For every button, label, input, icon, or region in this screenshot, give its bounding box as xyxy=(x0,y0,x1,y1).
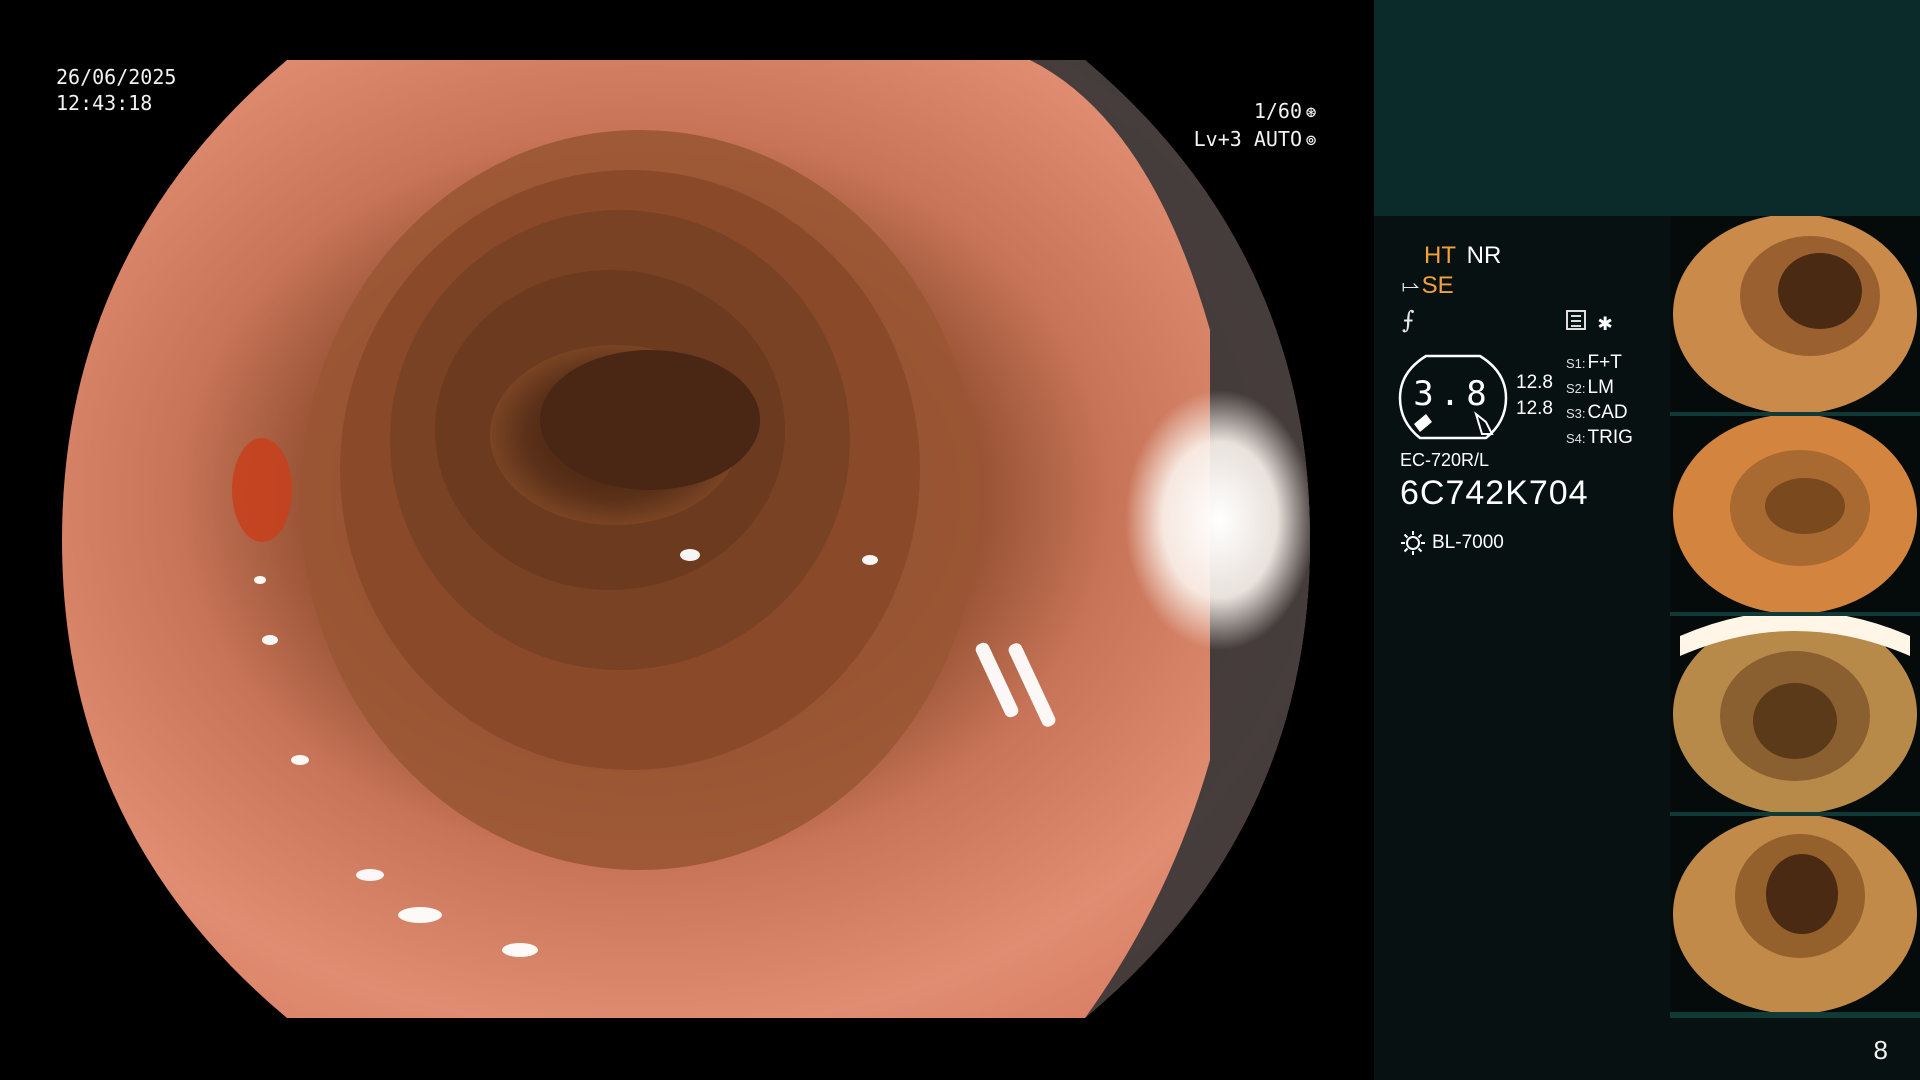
shutter-icon: ⊛ xyxy=(1305,102,1317,123)
iris-mode-text: AUTO xyxy=(1253,127,1302,151)
mode-nr: NR xyxy=(1466,242,1502,269)
thumbnail-3[interactable] xyxy=(1670,616,1920,818)
star-icon: ✱ xyxy=(1598,308,1613,336)
scope-switch-list: S1: F+T S2: LM S3: CAD S4: TRIG xyxy=(1566,350,1633,450)
scope-serial: 6C742K704 xyxy=(1400,474,1589,512)
thumbnail-4[interactable] xyxy=(1670,816,1920,1018)
mode-ht: HT xyxy=(1424,242,1456,269)
se-label: SE xyxy=(1421,272,1454,299)
switch-s3: S3: CAD xyxy=(1566,402,1628,423)
se-indicator: ⥛SE xyxy=(1402,272,1454,300)
zoom-value: 3.8 xyxy=(1413,374,1493,414)
date-text: 26/06/2025 xyxy=(56,65,177,89)
thumbnail-1[interactable] xyxy=(1670,216,1920,418)
time-text: 12:43:18 xyxy=(56,91,153,115)
se-icon: ⥛ xyxy=(1402,273,1420,298)
captured-thumbnails xyxy=(1670,216,1920,1018)
datetime-display: 26/06/2025 12:43:18 xyxy=(56,64,176,116)
scope-model: EC-720R/L xyxy=(1400,450,1490,470)
level-text: Lv+3 xyxy=(1193,127,1242,151)
zoom-value-a: 12.8 xyxy=(1516,372,1553,393)
iris-icon: ⊚ xyxy=(1305,130,1317,151)
top-status-band xyxy=(1374,0,1920,216)
memo-icon xyxy=(1566,310,1586,330)
thumbnail-2[interactable] xyxy=(1670,416,1920,618)
switch-s4: S4: TRIG xyxy=(1566,427,1633,448)
light-source-name: BL-7000 xyxy=(1432,532,1504,554)
switch-s2: S2: LM xyxy=(1566,377,1614,398)
endoscope-main-view: 26/06/2025 12:43:18 1/60 ⊛ Lv+3 AUTO ⊚ xyxy=(0,0,1372,1080)
processing-modes: HT NR xyxy=(1424,242,1501,270)
shutter-text: 1/60 xyxy=(1253,99,1302,123)
exposure-display: 1/60 ⊛ Lv+3 AUTO ⊚ xyxy=(1194,98,1320,154)
zoom-value-b: 12.8 xyxy=(1516,398,1553,419)
light-source: BL-7000 xyxy=(1400,530,1504,556)
function-icon: ⨍ xyxy=(1402,306,1415,334)
device-info: HT NR ⥛SE ⨍ ✱ 3.8 12.8 12.8 S1: F+T S2: LM xyxy=(1374,216,1664,1080)
endoscopic-image xyxy=(62,60,1310,1018)
switch-s1: S1: F+T xyxy=(1566,352,1622,373)
info-panel: HT NR ⥛SE ⨍ ✱ 3.8 12.8 12.8 S1: F+T S2: LM xyxy=(1374,216,1920,1080)
page-number: 8 xyxy=(1873,1035,1888,1065)
light-source-icon xyxy=(1401,531,1425,555)
